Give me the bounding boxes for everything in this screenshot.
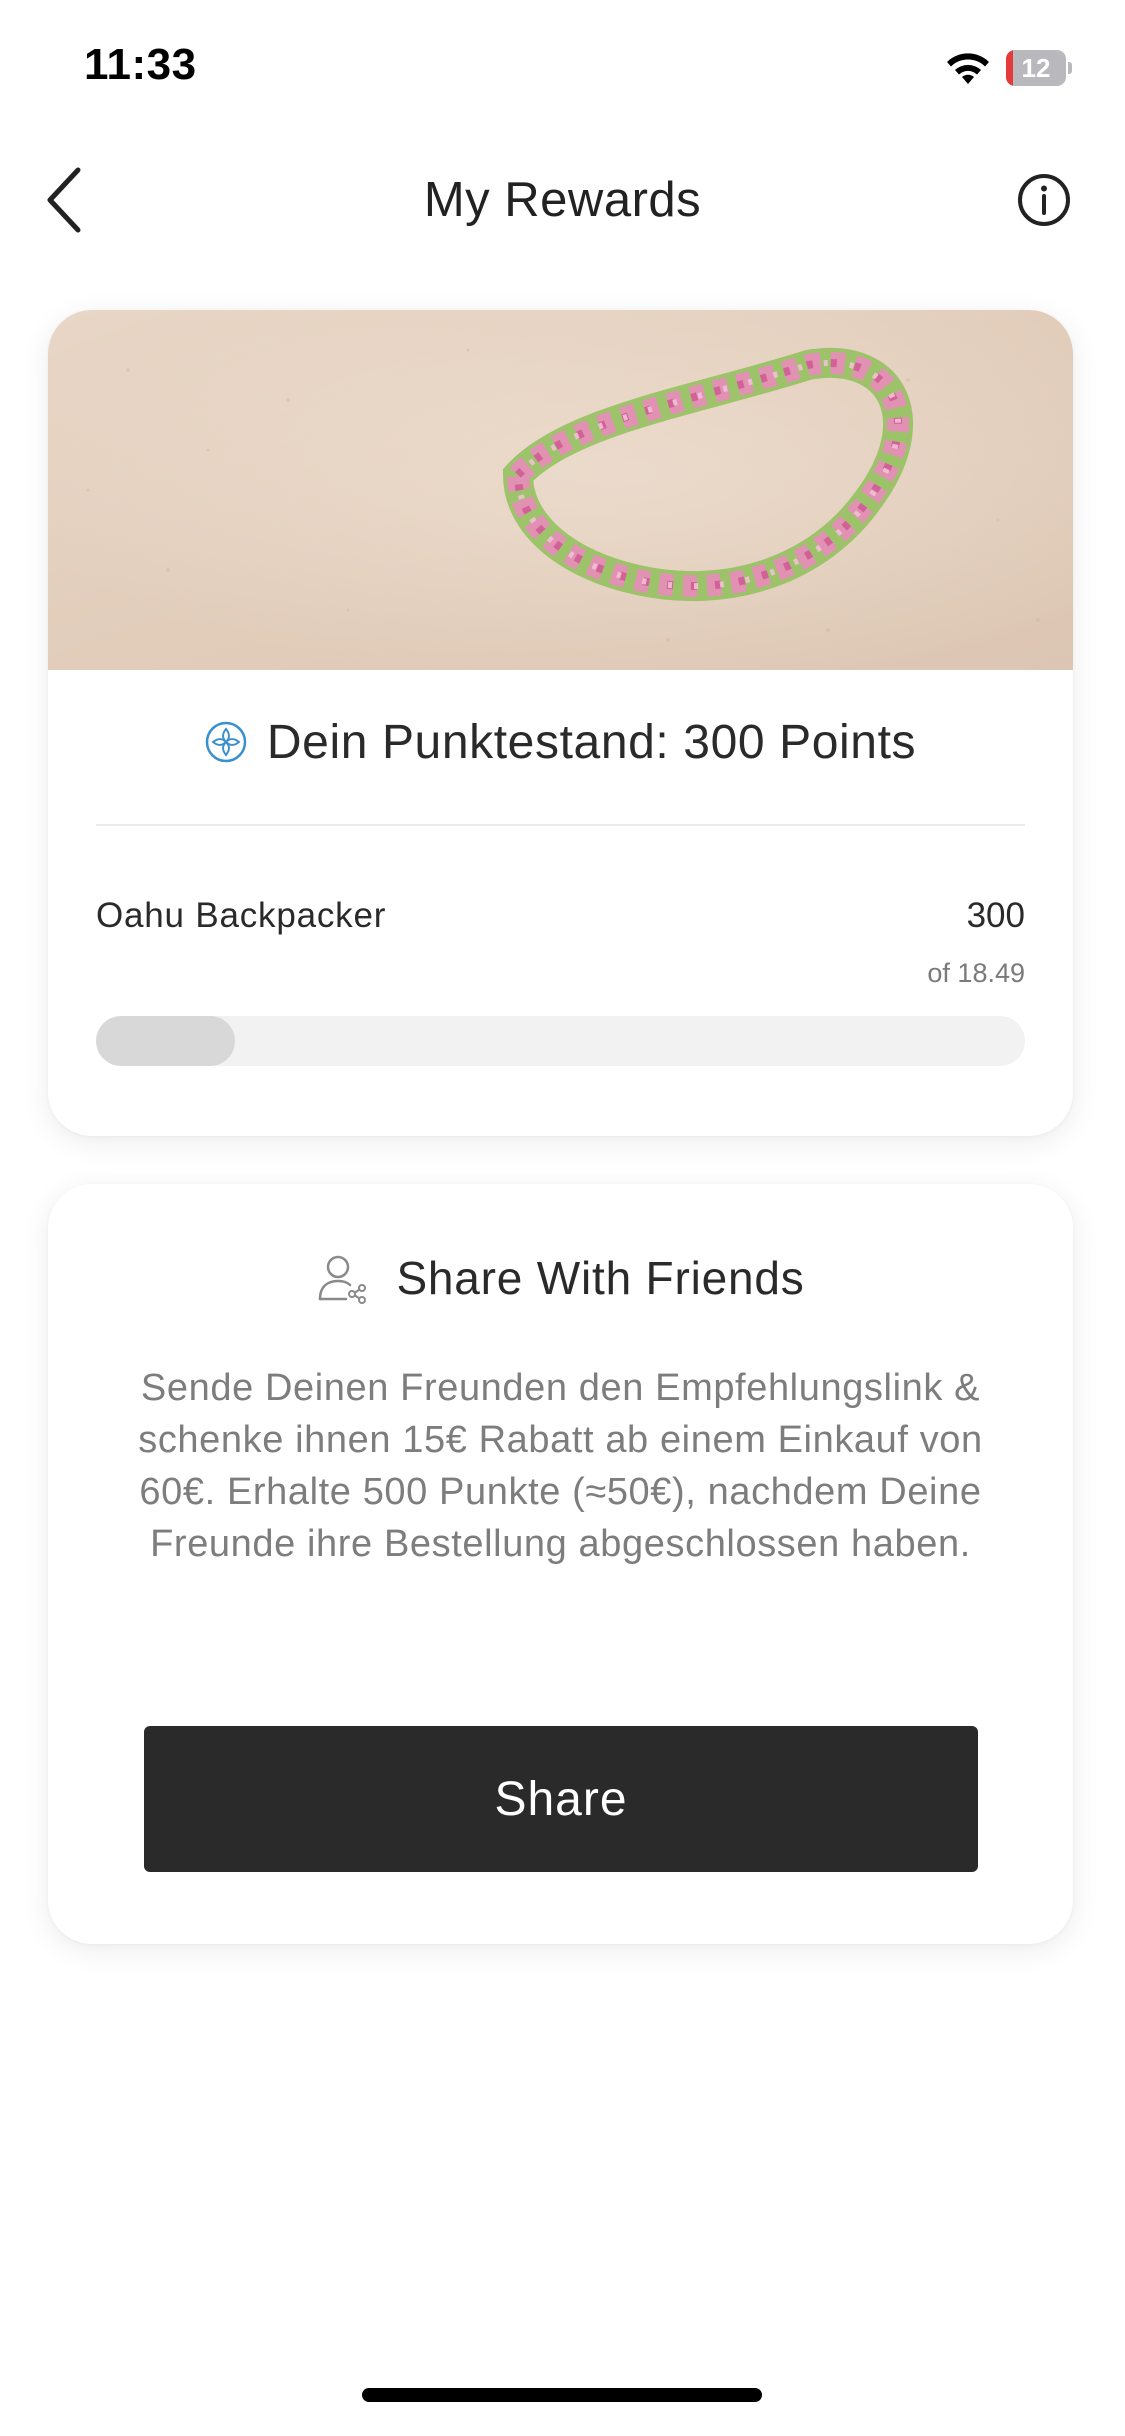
level-points: 300 bbox=[966, 896, 1025, 935]
level-progress-fill bbox=[96, 1016, 236, 1066]
points-card: Dein Punktestand: 300 Points Oahu Backpa… bbox=[48, 310, 1073, 1136]
share-heading: Share With Friends bbox=[48, 1242, 1073, 1314]
share-button[interactable]: Share bbox=[144, 1726, 978, 1872]
level-target: of 18.49 bbox=[927, 958, 1025, 988]
info-circle-icon bbox=[1018, 174, 1070, 226]
points-balance: Dein Punktestand: 300 Points bbox=[48, 672, 1073, 812]
status-time: 11:33 bbox=[84, 40, 197, 89]
chevron-left-icon bbox=[47, 167, 81, 233]
reward-badge-icon bbox=[205, 721, 247, 763]
page-title: My Rewards bbox=[423, 173, 702, 227]
share-card: Share With Friends Sende Deinen Freunden… bbox=[48, 1184, 1073, 1944]
home-indicator[interactable] bbox=[362, 2388, 762, 2402]
level-name: Oahu Backpacker bbox=[96, 896, 387, 935]
share-description: Sende Deinen Freunden den Empfehlungslin… bbox=[138, 1367, 983, 1565]
rewards-screen: 11:33 12 My Rewards Dein Punktestand: 30… bbox=[0, 0, 1125, 2436]
battery-level: 12 bbox=[1021, 53, 1051, 83]
divider bbox=[96, 824, 1025, 826]
hero-image bbox=[48, 310, 1073, 670]
share-user-icon bbox=[319, 1255, 367, 1304]
status-bar: 11:33 12 bbox=[0, 0, 1125, 132]
points-balance-text: Dein Punktestand: 300 Points bbox=[266, 715, 917, 769]
wifi-icon bbox=[947, 53, 989, 84]
back-button[interactable] bbox=[40, 162, 96, 238]
battery-indicator: 12 bbox=[1006, 50, 1072, 86]
level-progress-bar bbox=[96, 1016, 1025, 1066]
nav-bar: My Rewards bbox=[0, 150, 1125, 250]
share-title: Share With Friends bbox=[396, 1252, 805, 1304]
info-button[interactable] bbox=[1016, 172, 1072, 228]
